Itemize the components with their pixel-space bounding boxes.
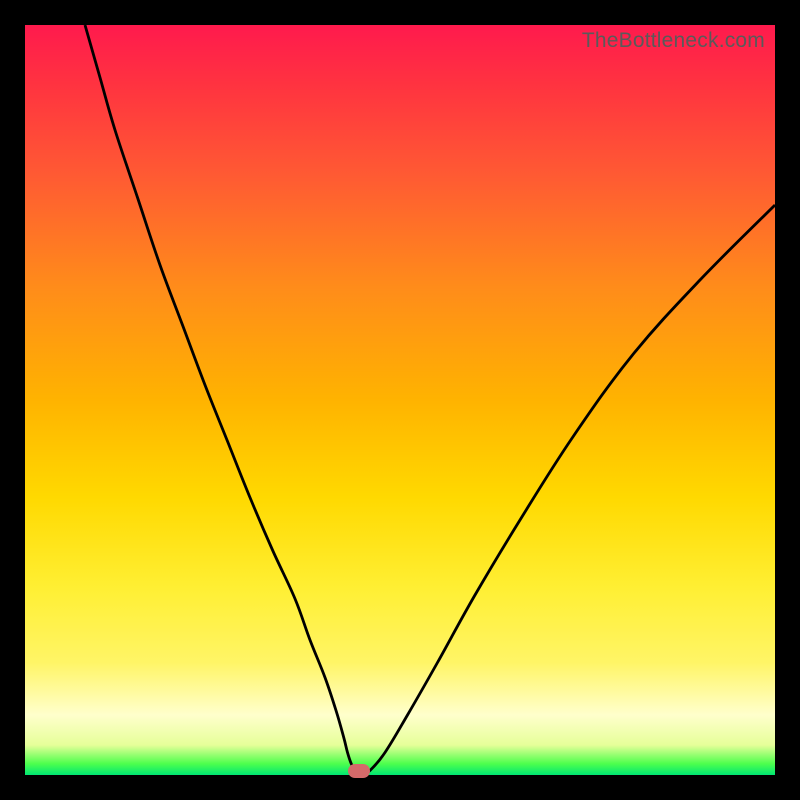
bottleneck-curve (25, 25, 775, 775)
plot-area: TheBottleneck.com (25, 25, 775, 775)
optimum-marker (348, 764, 370, 778)
chart-frame: TheBottleneck.com (0, 0, 800, 800)
